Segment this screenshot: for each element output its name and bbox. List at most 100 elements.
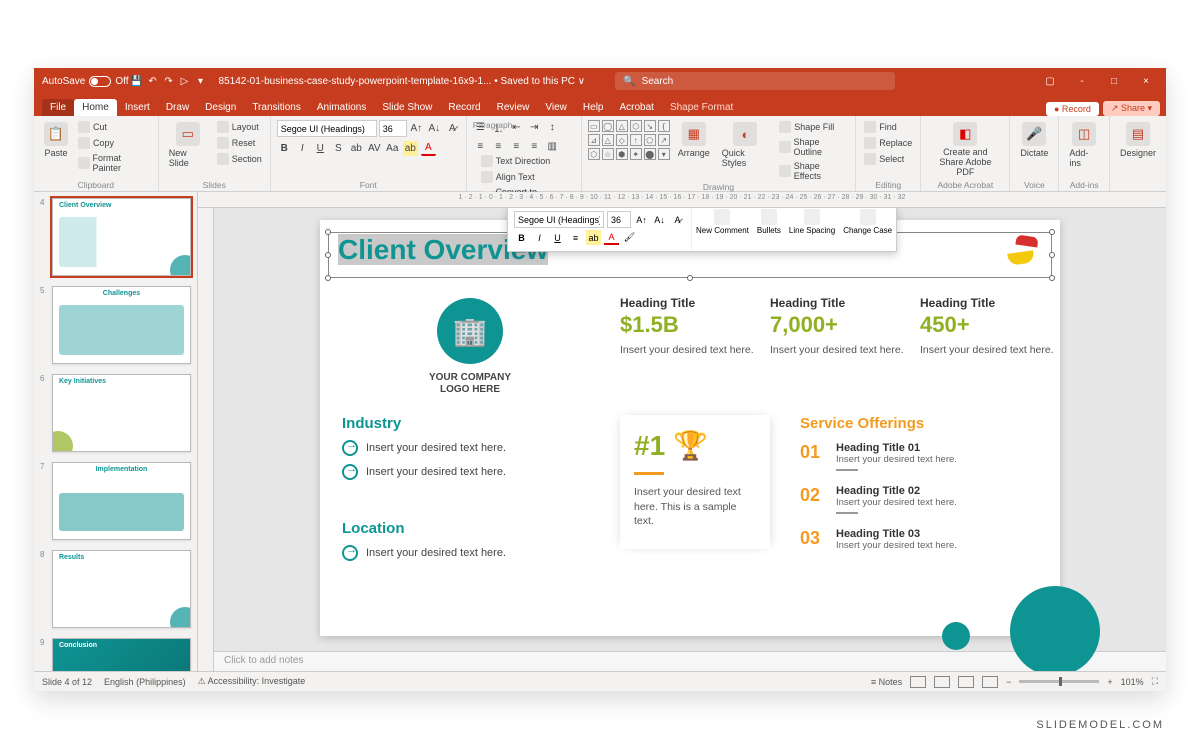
- mini-bullets[interactable]: Bullets: [753, 208, 785, 251]
- mini-align[interactable]: ≡: [568, 230, 583, 245]
- cut-button[interactable]: Cut: [76, 120, 152, 134]
- replace-button[interactable]: Replace: [862, 136, 914, 150]
- tab-view[interactable]: View: [537, 99, 575, 116]
- tab-home[interactable]: Home: [74, 99, 117, 116]
- record-button[interactable]: ● Record: [1046, 102, 1099, 116]
- tab-record[interactable]: Record: [440, 99, 488, 116]
- strike-button[interactable]: S: [331, 141, 346, 156]
- line-spacing-button[interactable]: ↕: [545, 120, 560, 135]
- location-section[interactable]: Location Insert your desired text here.: [342, 520, 592, 569]
- grow-font-button[interactable]: A↑: [409, 121, 424, 136]
- tab-file[interactable]: File: [42, 99, 74, 116]
- ribbon-collapse-icon[interactable]: ▢: [1034, 68, 1066, 94]
- bold-button[interactable]: B: [277, 141, 292, 156]
- undo-icon[interactable]: ↶: [145, 73, 161, 89]
- mini-grow-font[interactable]: A↑: [634, 212, 649, 227]
- shadow-button[interactable]: ab: [349, 141, 364, 156]
- zoom-out-button[interactable]: −: [1006, 677, 1011, 687]
- shape-outline-button[interactable]: Shape Outline: [777, 136, 849, 158]
- font-color-button[interactable]: A: [421, 141, 436, 156]
- qat-more-icon[interactable]: ▾: [193, 73, 209, 89]
- dictate-button[interactable]: 🎤Dictate: [1016, 120, 1052, 160]
- thumbnail-7[interactable]: Implementation: [52, 462, 191, 540]
- language-status[interactable]: English (Philippines): [104, 677, 186, 687]
- thumbnail-6[interactable]: Key Initiatives: [52, 374, 191, 452]
- search-input[interactable]: 🔍 Search: [615, 72, 895, 90]
- section-button[interactable]: Section: [215, 152, 264, 166]
- mini-font-color[interactable]: A: [604, 230, 619, 245]
- reset-button[interactable]: Reset: [215, 136, 264, 150]
- rank-card[interactable]: #1🏆 Insert your desired text here. This …: [620, 415, 770, 549]
- layout-button[interactable]: Layout: [215, 120, 264, 134]
- mini-underline[interactable]: U: [550, 230, 565, 245]
- tab-review[interactable]: Review: [489, 99, 538, 116]
- case-button[interactable]: Aa: [385, 141, 400, 156]
- new-comment-button[interactable]: New Comment: [692, 208, 753, 251]
- mini-toolbar[interactable]: A↑ A↓ A̷ B I U ≡ ab A: [507, 208, 897, 252]
- align-text-button[interactable]: Align Text: [479, 170, 575, 184]
- justify-button[interactable]: ≡: [527, 139, 542, 154]
- reading-view-button[interactable]: [958, 676, 974, 688]
- zoom-level[interactable]: 101%: [1121, 677, 1144, 687]
- tab-transitions[interactable]: Transitions: [244, 99, 309, 116]
- highlight-button[interactable]: ab: [403, 141, 418, 156]
- mini-font-size[interactable]: [607, 211, 631, 228]
- tab-help[interactable]: Help: [575, 99, 612, 116]
- clear-format-button[interactable]: A̷: [445, 121, 460, 136]
- stat-3[interactable]: Heading Title450+Insert your desired tex…: [920, 296, 1060, 358]
- service-offerings[interactable]: Service Offerings 01Heading Title 01Inse…: [800, 415, 1036, 565]
- align-center-button[interactable]: ≡: [491, 139, 506, 154]
- maximize-button[interactable]: □: [1098, 68, 1130, 94]
- zoom-in-button[interactable]: +: [1107, 677, 1112, 687]
- designer-button[interactable]: ▤Designer: [1116, 120, 1160, 160]
- addins-button[interactable]: ◫Add-ins: [1065, 120, 1103, 170]
- new-slide-button[interactable]: ▭New Slide: [165, 120, 211, 170]
- mini-italic[interactable]: I: [532, 230, 547, 245]
- stat-2[interactable]: Heading Title7,000+Insert your desired t…: [770, 296, 910, 358]
- font-name-select[interactable]: [277, 120, 377, 137]
- stat-1[interactable]: Heading Title$1.5BInsert your desired te…: [620, 296, 760, 358]
- accessibility-status[interactable]: ⚠ Accessibility: Investigate: [198, 676, 306, 687]
- tab-shape-format[interactable]: Shape Format: [662, 99, 741, 116]
- indent-inc-button[interactable]: ⇥: [527, 120, 542, 135]
- shape-fill-button[interactable]: Shape Fill: [777, 120, 849, 134]
- redo-icon[interactable]: ↷: [161, 73, 177, 89]
- tab-draw[interactable]: Draw: [158, 99, 197, 116]
- select-button[interactable]: Select: [862, 152, 914, 166]
- text-direction-button[interactable]: Text Direction: [479, 154, 575, 168]
- spacing-button[interactable]: AV: [367, 141, 382, 156]
- save-icon[interactable]: 💾: [129, 73, 145, 89]
- align-left-button[interactable]: ≡: [473, 139, 488, 154]
- find-button[interactable]: Find: [862, 120, 914, 134]
- italic-button[interactable]: I: [295, 141, 310, 156]
- thumbnail-5[interactable]: Challenges: [52, 286, 191, 364]
- fit-button[interactable]: ⛶: [1152, 676, 1158, 687]
- share-button[interactable]: ↗ Share ▾: [1103, 101, 1160, 116]
- underline-button[interactable]: U: [313, 141, 328, 156]
- slideshow-view-button[interactable]: [982, 676, 998, 688]
- thumbnail-9[interactable]: Conclusion: [52, 638, 191, 671]
- company-logo[interactable]: 🏢 YOUR COMPANY LOGO HERE: [380, 298, 560, 396]
- mini-change-case[interactable]: Change Case: [839, 208, 896, 251]
- arrange-button[interactable]: ▦Arrange: [674, 120, 714, 160]
- shapes-gallery[interactable]: ▭◯△⬡↘{ ⊿△◇↑⬠↗ ⬡☆⬢✦⬤▾: [588, 120, 670, 160]
- shrink-font-button[interactable]: A↓: [427, 121, 442, 136]
- shape-effects-button[interactable]: Shape Effects: [777, 160, 849, 182]
- mini-clear-format[interactable]: A̷: [670, 212, 685, 227]
- start-icon[interactable]: ▷: [177, 73, 193, 89]
- tab-acrobat[interactable]: Acrobat: [611, 99, 661, 116]
- paste-button[interactable]: 📋Paste: [40, 120, 72, 160]
- slide-thumbnails[interactable]: 4 Client Overview 5 Challenges 6 Key Ini…: [34, 192, 198, 671]
- mini-shrink-font[interactable]: A↓: [652, 212, 667, 227]
- mini-format-painter[interactable]: 🖌: [622, 230, 637, 245]
- minimize-button[interactable]: -: [1066, 68, 1098, 94]
- mini-line-spacing[interactable]: Line Spacing: [785, 208, 839, 251]
- quick-styles-button[interactable]: ◐Quick Styles: [718, 120, 773, 170]
- mini-highlight[interactable]: ab: [586, 230, 601, 245]
- tab-animations[interactable]: Animations: [309, 99, 374, 116]
- format-painter-button[interactable]: Format Painter: [76, 152, 152, 174]
- sorter-view-button[interactable]: [934, 676, 950, 688]
- tab-design[interactable]: Design: [197, 99, 244, 116]
- font-size-select[interactable]: [379, 120, 407, 137]
- copy-button[interactable]: Copy: [76, 136, 152, 150]
